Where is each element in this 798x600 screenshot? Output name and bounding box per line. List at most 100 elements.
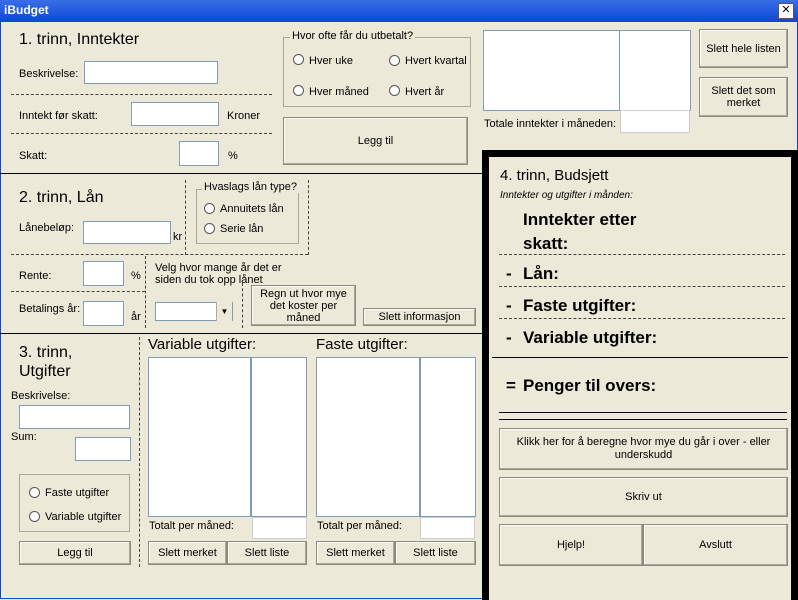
loan-summary-label: Lån: xyxy=(523,264,559,283)
calculate-loan-button[interactable]: Regn ut hvor mye det koster per måned xyxy=(251,285,356,326)
title-bar: iBudget ✕ xyxy=(0,0,798,22)
fixed-total-label: Totalt per måned: xyxy=(317,520,402,532)
income-list-description[interactable] xyxy=(483,30,620,111)
fixed-list-description[interactable] xyxy=(316,357,420,517)
radio-serial-label: Serie lån xyxy=(220,223,264,235)
variable-list-amount[interactable] xyxy=(251,357,307,517)
variable-total-label: Totalt per måned: xyxy=(149,520,234,532)
divider xyxy=(242,283,243,328)
radio-weekly-label: Hver uke xyxy=(309,55,354,67)
variable-total-field xyxy=(252,517,307,539)
step1-desc-label: Beskrivelse: xyxy=(19,68,79,80)
divider xyxy=(499,254,785,255)
radio-yearly[interactable] xyxy=(389,85,400,96)
fixed-list-amount[interactable] xyxy=(420,357,476,517)
total-income-label: Totale inntekter i måneden: xyxy=(484,118,617,130)
income-after-tax-label: Inntekter etter skatt: xyxy=(523,210,637,253)
expense-sum-label: Sum: xyxy=(11,431,37,443)
fixed-summary-label: Faste utgifter: xyxy=(523,296,637,315)
income-input[interactable] xyxy=(131,102,219,126)
radio-monthly[interactable] xyxy=(293,85,304,96)
divider xyxy=(499,286,785,287)
radio-annuity[interactable] xyxy=(204,203,215,214)
fixed-expenses-title: Faste utgifter: xyxy=(316,336,408,353)
expense-sum-input[interactable] xyxy=(75,437,131,461)
loan-amount-label: Lånebeløp: xyxy=(19,222,75,234)
variable-clear-list-button[interactable]: Slett liste xyxy=(227,541,307,565)
close-icon[interactable]: ✕ xyxy=(778,3,794,19)
variable-expenses-title: Variable utgifter: xyxy=(148,336,257,353)
divider xyxy=(11,133,272,134)
help-button[interactable]: Hjelp! xyxy=(499,524,643,566)
radio-quarterly[interactable] xyxy=(389,55,400,66)
expense-type-group xyxy=(19,474,130,532)
radio-serial[interactable] xyxy=(204,223,215,234)
divider xyxy=(492,357,788,358)
remaining-label: Penger til overs: xyxy=(523,376,657,395)
clear-all-button[interactable]: Slett hele listen xyxy=(699,29,788,68)
divider xyxy=(308,180,309,255)
divider xyxy=(139,337,140,567)
rate-input[interactable] xyxy=(83,261,124,286)
window-title: iBudget xyxy=(4,3,49,17)
divider xyxy=(11,291,145,292)
radio-variable[interactable] xyxy=(29,511,40,522)
radio-weekly[interactable] xyxy=(293,54,304,65)
step4-subtitle: Inntekter og utgifter i månden: xyxy=(500,190,633,201)
divider xyxy=(499,412,787,413)
fixed-clear-marked-button[interactable]: Slett merket xyxy=(316,541,395,565)
loan-amount-unit: kr xyxy=(173,231,183,243)
fixed-minus-sign: - xyxy=(506,296,512,315)
years-since-label: Velg hvor mange år det er siden du tok o… xyxy=(155,262,282,286)
expense-desc-label: Beskrivelse: xyxy=(11,390,71,402)
add-income-button[interactable]: Legg til xyxy=(283,117,468,165)
loan-amount-input[interactable] xyxy=(83,221,171,244)
total-income-field xyxy=(620,110,690,133)
variable-clear-marked-button[interactable]: Slett merket xyxy=(148,541,227,565)
loan-minus-sign: - xyxy=(506,264,512,283)
variable-minus-sign: - xyxy=(506,328,512,347)
income-list-amount[interactable] xyxy=(619,30,691,111)
section-divider xyxy=(0,333,484,334)
divider xyxy=(499,419,787,420)
radio-variable-label: Variable utgifter xyxy=(45,511,122,523)
chevron-down-icon[interactable]: ▼ xyxy=(216,302,232,321)
expense-description-input[interactable] xyxy=(19,405,130,429)
currency-label: Kroner xyxy=(227,110,261,122)
divider xyxy=(499,318,785,319)
divider xyxy=(11,94,272,95)
radio-monthly-label: Hver måned xyxy=(309,86,369,98)
radio-quarterly-label: Hvert kvartal xyxy=(405,55,467,67)
radio-fixed-label: Faste utgifter xyxy=(45,487,110,499)
add-expense-button[interactable]: Legg til xyxy=(19,541,131,565)
variable-summary-label: Variable utgifter: xyxy=(523,328,658,347)
step1-title: 1. trinn, Inntekter xyxy=(19,31,140,48)
radio-fixed[interactable] xyxy=(29,487,40,498)
divider xyxy=(11,254,308,255)
print-button[interactable]: Skriv ut xyxy=(499,477,788,517)
clear-marked-income-button[interactable]: Slett det som merket xyxy=(699,77,788,117)
percent-label: % xyxy=(228,150,238,162)
rate-label: Rente: xyxy=(19,270,52,282)
calculate-surplus-button[interactable]: Klikk her for å beregne hvor mye du går … xyxy=(499,428,788,470)
tax-label: Skatt: xyxy=(19,150,48,162)
exit-button[interactable]: Avslutt xyxy=(643,524,788,566)
section-divider xyxy=(0,173,484,174)
years-label: Betalings år: xyxy=(19,303,81,315)
tax-input[interactable] xyxy=(179,141,219,166)
fixed-clear-list-button[interactable]: Slett liste xyxy=(395,541,476,565)
variable-list-description[interactable] xyxy=(148,357,251,517)
step2-title: 2. trinn, Lån xyxy=(19,189,104,206)
years-input[interactable] xyxy=(83,301,124,326)
radio-annuity-label: Annuitets lån xyxy=(220,203,284,215)
years-since-dropdown[interactable]: ▼ xyxy=(155,302,233,321)
income-label: Inntekt før skatt: xyxy=(19,110,98,122)
years-unit: år xyxy=(131,311,141,323)
income-description-input[interactable] xyxy=(84,61,218,84)
clear-info-button[interactable]: Slett informasjon xyxy=(363,308,476,326)
rate-percent: % xyxy=(131,270,141,282)
step4-title: 4. trinn, Budsjett xyxy=(500,167,609,184)
step3-title: 3. trinn, Utgifter xyxy=(19,344,73,380)
equals-sign: = xyxy=(506,376,516,395)
radio-yearly-label: Hvert år xyxy=(405,86,445,98)
